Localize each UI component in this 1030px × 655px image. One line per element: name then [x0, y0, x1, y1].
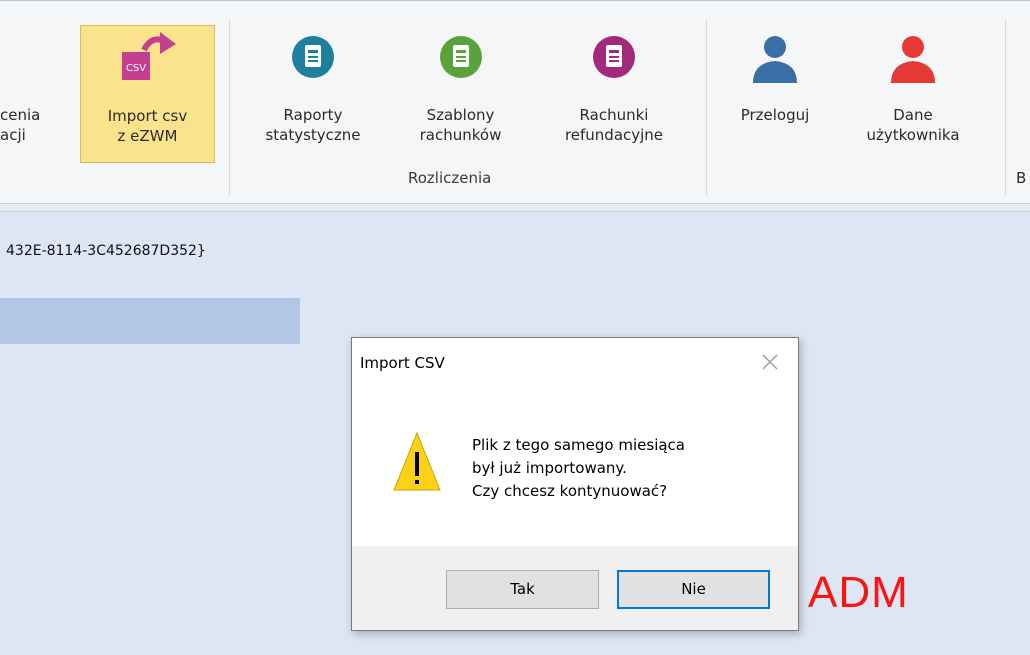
- import-csv-dialog: Import CSV Plik z tego samego miesiąca b…: [351, 337, 799, 631]
- rachunki-label-line2: refundacyjne: [564, 126, 664, 144]
- warning-icon: [392, 430, 442, 496]
- przeloguj-label: Przeloguj: [740, 106, 810, 124]
- szablony-rachunkow-button[interactable]: Szablony rachunków: [393, 25, 528, 165]
- csv-import-icon: CSV: [116, 30, 180, 88]
- ribbon-partial-label-line1: cenia: [0, 106, 41, 124]
- dialog-message: Plik z tego samego miesiąca był już impo…: [472, 434, 685, 503]
- close-icon[interactable]: [760, 352, 780, 372]
- template-document-icon: [439, 35, 483, 84]
- szablony-label-line1: Szablony: [426, 106, 495, 124]
- przeloguj-button[interactable]: Przeloguj: [720, 25, 830, 165]
- ribbon-group-label-partial: B: [1016, 169, 1027, 187]
- import-csv-label-line1: Import csv: [107, 107, 188, 125]
- raporty-label-line1: Raporty: [283, 106, 343, 124]
- ribbon-group-label-rozliczenia: Rozliczenia: [408, 169, 492, 187]
- ribbon-partial-button-left[interactable]: cenia acji: [0, 105, 40, 145]
- raporty-statystyczne-button[interactable]: Raporty statystyczne: [245, 25, 381, 165]
- ribbon-group-separator: [706, 19, 707, 195]
- dialog-message-line1: Plik z tego samego miesiąca: [472, 436, 685, 454]
- dane-label-line2: użytkownika: [866, 126, 960, 144]
- report-document-icon: [291, 35, 335, 84]
- ribbon-bottom-border: [0, 204, 1030, 212]
- import-csv-button[interactable]: CSV Import csv z eZWM: [80, 25, 215, 163]
- dialog-title: Import CSV: [360, 354, 445, 372]
- rachunki-refundacyjne-button[interactable]: Rachunki refundacyjne: [545, 25, 683, 165]
- ribbon: cenia acji CSV Import csv z eZWM Raporty…: [0, 0, 1030, 204]
- szablony-label-line2: rachunków: [419, 126, 502, 144]
- user-profile-icon: [889, 33, 937, 88]
- rachunki-label-line1: Rachunki: [579, 106, 649, 124]
- ribbon-group-separator: [1005, 19, 1006, 195]
- adm-label: ADM: [808, 568, 909, 617]
- yes-button[interactable]: Tak: [446, 570, 599, 609]
- invoice-document-icon: [592, 35, 636, 84]
- dane-uzytkownika-button[interactable]: Dane użytkownika: [838, 25, 988, 165]
- document-guid-text: 432E-8114-3C452687D352}: [6, 243, 206, 259]
- csv-badge-text: CSV: [125, 63, 145, 74]
- ribbon-partial-label-line2: acji: [0, 126, 26, 144]
- dane-label-line1: Dane: [893, 106, 933, 124]
- no-button[interactable]: Nie: [617, 570, 770, 609]
- user-switch-icon: [751, 33, 799, 88]
- dialog-message-line3: Czy chcesz kontynuować?: [472, 482, 668, 500]
- dialog-message-line2: był już importowany.: [472, 459, 627, 477]
- ribbon-group-separator: [229, 19, 230, 195]
- raporty-label-line2: statystyczne: [265, 126, 361, 144]
- import-csv-label-line2: z eZWM: [117, 127, 178, 145]
- selection-bar: [0, 298, 300, 344]
